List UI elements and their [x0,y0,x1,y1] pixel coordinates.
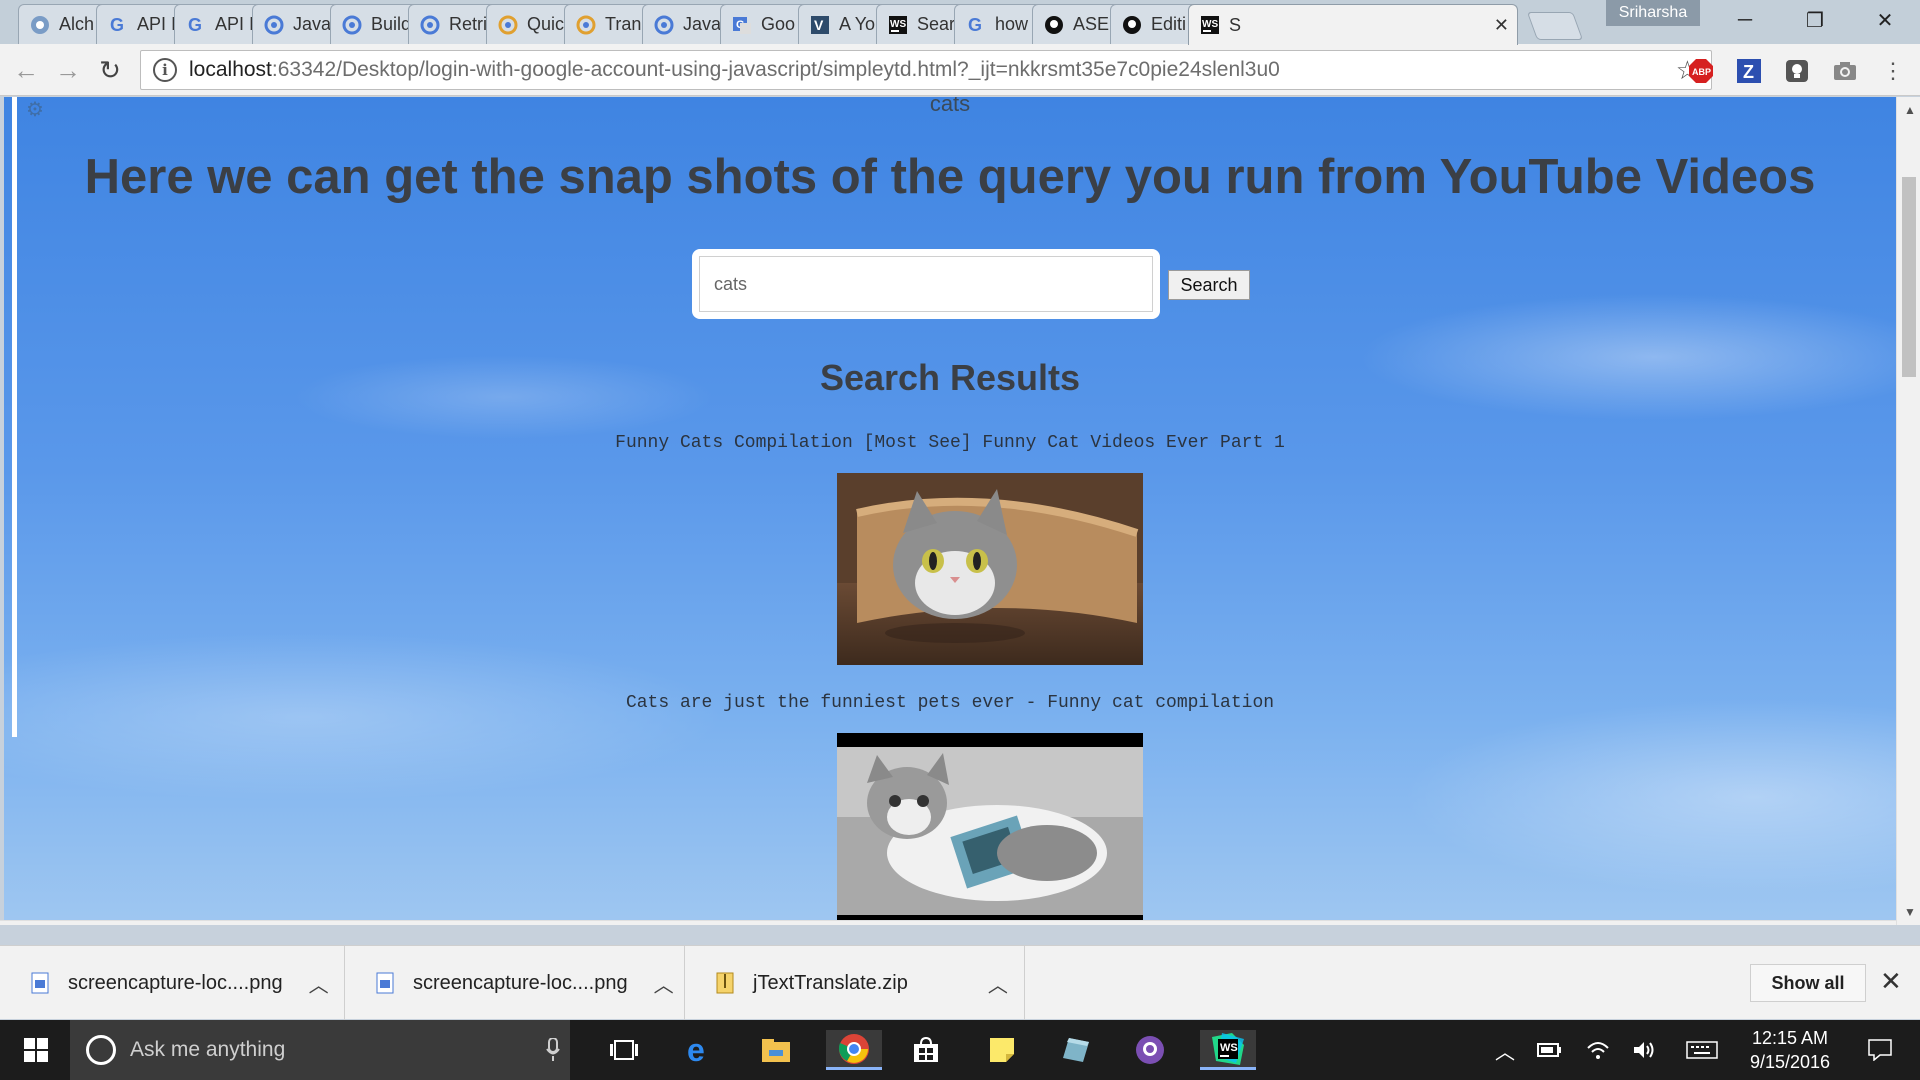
google-translate-icon: G [731,14,753,36]
chromium-icon [263,14,285,36]
chromium-icon [419,14,441,36]
info-icon[interactable]: i [153,58,177,82]
google-icon: G [185,14,207,36]
forward-arrow-icon[interactable]: → [50,52,86,88]
browser-toolbar: ← → ↻ i localhost:63342/Desktop/login-wi… [0,44,1920,96]
store-icon[interactable] [902,1030,950,1070]
chrome-taskbar-icon[interactable] [826,1030,882,1070]
image-file-icon [375,971,395,995]
app-cube-icon[interactable] [1052,1030,1100,1070]
result-title[interactable]: Funny Cats Compilation [Most See] Funny … [4,433,1896,453]
svg-text:G: G [188,15,202,35]
search-input[interactable] [699,256,1153,312]
keyboard-icon[interactable] [1680,1030,1724,1070]
svg-text:WS: WS [890,19,906,30]
svg-text:G: G [968,15,982,35]
svg-text:Z: Z [1743,62,1754,82]
search-button[interactable]: Search [1168,270,1250,300]
wifi-icon[interactable] [1580,1030,1616,1070]
chromium-icon [653,14,675,36]
url-text[interactable]: localhost:63342/Desktop/login-with-googl… [189,58,1280,82]
download-shelf: screencapture-loc....png ︿ screencapture… [0,945,1920,1020]
svg-text:ABP: ABP [1692,67,1711,77]
new-tab-button[interactable] [1526,12,1584,40]
close-tab-icon[interactable]: ✕ [1486,15,1517,36]
video-thumbnail[interactable] [837,473,1143,665]
address-bar[interactable]: i localhost:63342/Desktop/login-with-goo… [140,50,1712,90]
svg-text:e: e [687,1035,705,1065]
volume-icon[interactable] [1626,1030,1662,1070]
horizontal-scrollbar[interactable]: ◀ ▶ [0,920,1896,925]
adblock-icon[interactable]: ABP [1688,58,1714,84]
current-query-text: cats [929,97,971,116]
bulb-extension-icon[interactable] [1784,58,1810,84]
result-title[interactable]: Cats are just the funniest pets ever - F… [4,693,1896,713]
chromium-icon [575,14,597,36]
windows-taskbar: Ask me anything e WS ︿ 12:15 AM 9/15/201… [0,1020,1920,1080]
download-item[interactable]: screencapture-loc....png ︿ [345,946,685,1020]
page-heading: Here we can get the snap shots of the qu… [84,150,1816,204]
svg-text:WS: WS [1202,19,1218,30]
edge-browser-icon[interactable]: e [676,1030,724,1070]
svg-text:WS: WS [1220,1042,1238,1054]
restore-icon[interactable]: ❐ [1780,0,1850,40]
google-icon: G [965,14,987,36]
chromium-icon [497,14,519,36]
cortana-search-box[interactable]: Ask me anything [70,1020,570,1080]
minimize-icon[interactable]: ─ [1710,0,1780,40]
camera-extension-icon[interactable] [1832,58,1858,84]
vertical-scrollbar[interactable]: ▲ ▼ [1896,97,1920,925]
webstorm-taskbar-icon[interactable]: WS [1200,1030,1256,1070]
zip-file-icon [715,971,735,995]
close-shelf-icon[interactable]: ✕ [1880,966,1902,997]
search-results-title: Search Results [819,357,1081,398]
chromium-icon [341,14,363,36]
webstorm-icon: WS [887,14,909,36]
google-icon: G [107,14,129,36]
profile-button[interactable]: Sriharsha [1606,0,1700,26]
close-window-icon[interactable]: ✕ [1850,0,1920,40]
browser-tab-active[interactable]: WS S ✕ [1188,4,1518,45]
battery-icon[interactable] [1532,1030,1568,1070]
search-box-frame [692,249,1160,319]
webstorm-icon: WS [1199,14,1221,36]
download-item[interactable]: screencapture-loc....png ︿ [0,946,345,1020]
chrome-menu-icon[interactable]: ⋮ [1880,58,1906,84]
microphone-icon[interactable] [546,1037,560,1067]
scroll-up-arrow-icon[interactable]: ▲ [1904,103,1916,117]
scroll-down-arrow-icon[interactable]: ▼ [1904,905,1916,919]
download-item[interactable]: jTextTranslate.zip ︿ [685,946,1025,1020]
back-arrow-icon[interactable]: ← [8,52,44,88]
chevron-up-icon[interactable]: ︿ [654,969,674,998]
sticky-notes-icon[interactable] [978,1030,1026,1070]
system-clock[interactable]: 12:15 AM 9/15/2016 [1740,1026,1840,1074]
reload-icon[interactable]: ↻ [92,52,128,88]
svg-text:G: G [110,15,124,35]
browser-tab-strip: Alch G API I G API I Java Build Retri Qu… [0,0,1920,45]
page-body: ⚙ cats Here we can get the snap shots of… [4,97,1896,925]
github-icon [1043,14,1065,36]
action-center-icon[interactable] [1856,1030,1904,1070]
image-file-icon [30,971,50,995]
windows-start-icon[interactable] [14,1030,58,1070]
cortana-icon [86,1035,116,1065]
chevron-up-icon[interactable]: ︿ [1490,1030,1520,1070]
video-thumbnail[interactable] [837,733,1143,925]
chevron-up-icon[interactable]: ︿ [309,969,329,998]
chevron-up-icon[interactable]: ︿ [988,969,1008,998]
github-icon [1121,14,1143,36]
task-view-icon[interactable] [600,1030,648,1070]
zotero-icon[interactable]: Z [1736,58,1762,84]
github-desktop-icon[interactable] [1126,1030,1174,1070]
svg-text:V: V [814,17,824,33]
alchemy-icon [29,14,51,36]
v-icon: V [809,14,831,36]
page-viewport: ⚙ cats Here we can get the snap shots of… [0,97,1920,925]
file-explorer-icon[interactable] [752,1030,800,1070]
vertical-scroll-thumb[interactable] [1902,177,1916,377]
show-all-downloads-button[interactable]: Show all [1750,964,1866,1002]
